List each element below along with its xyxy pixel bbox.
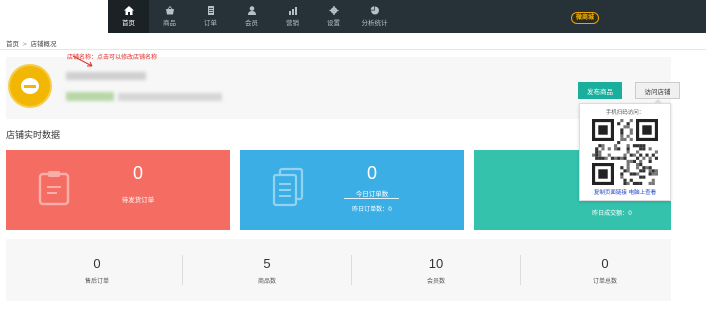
nav-item-marketing[interactable]: 营销	[272, 0, 313, 33]
divider	[0, 49, 706, 50]
qr-links: 复制页面链接 电脑上查看	[580, 188, 670, 196]
nav-menu: 首页 商品 订单 会员 营销 设置 分析统计	[108, 0, 395, 33]
today-orders-rule	[344, 198, 399, 199]
nav-item-label: 分析统计	[361, 19, 388, 27]
order-total-value: 0	[601, 256, 609, 271]
nav-item-label: 首页	[122, 19, 135, 27]
basket-icon	[165, 6, 174, 15]
after-sale-orders-label: 售后订单	[84, 278, 109, 285]
shop-qr-popover: 手机扫码访问： 复制页面链接 电脑上查看	[579, 99, 671, 201]
nav-item-home[interactable]: 首页	[108, 0, 149, 33]
member-count-value: 10	[428, 256, 444, 271]
breadcrumb-current: 店铺概况	[30, 40, 57, 48]
after-sale-orders-stat[interactable]: 0 售后订单	[14, 239, 180, 301]
nav-item-settings[interactable]: 设置	[313, 0, 354, 33]
today-orders-card[interactable]: 0 今日订单数 昨日订单数：0	[240, 150, 464, 230]
yesterday-orders-label: 昨日订单数：0	[352, 206, 392, 213]
shop-status-blurred	[66, 92, 114, 101]
user-icon	[247, 6, 256, 15]
qr-title: 手机扫码访问：	[605, 110, 645, 116]
breadcrumb-separator: >	[22, 40, 28, 48]
documents-icon	[272, 167, 304, 207]
summary-stats-panel: 0 售后订单 5 商品数 10 会员数 0 订单总数	[6, 239, 671, 301]
goods-count-label: 商品数	[257, 278, 276, 285]
copy-link-button[interactable]: 复制页面链接	[594, 190, 627, 196]
shop-info-panel	[6, 57, 671, 119]
visit-shop-button[interactable]: 访问店铺	[635, 82, 680, 99]
open-on-pc-link[interactable]: 电脑上查看	[629, 190, 657, 196]
goods-count-value: 5	[263, 256, 271, 271]
today-orders-count: 0	[366, 163, 377, 183]
after-sale-orders-value: 0	[93, 256, 101, 271]
nav-item-label: 商品	[163, 19, 176, 27]
pending-shipment-card[interactable]: 0 待发货订单	[6, 150, 230, 230]
publish-goods-button[interactable]: 发布商品	[578, 82, 622, 99]
nav-item-members[interactable]: 会员	[231, 0, 272, 33]
pending-shipment-label: 待发货订单	[121, 196, 155, 204]
nav-item-goods[interactable]: 商品	[149, 0, 190, 33]
breadcrumb-home[interactable]: 首页	[6, 40, 19, 48]
hint-arrow-icon	[72, 55, 93, 67]
stat-divider	[520, 255, 521, 285]
goods-count-stat[interactable]: 5 商品数	[184, 239, 350, 301]
stat-divider	[351, 255, 352, 285]
member-count-stat[interactable]: 10 会员数	[353, 239, 519, 301]
yesterday-turnover-label: 昨日成交额：0	[592, 210, 632, 217]
nav-item-analytics[interactable]: 分析统计	[354, 0, 395, 33]
chart-icon	[288, 7, 297, 15]
pie-icon	[370, 6, 379, 15]
shop-name-blurred[interactable]	[66, 72, 146, 80]
breadcrumb: 首页 > 店铺概况	[6, 38, 56, 48]
pending-shipment-count: 0	[132, 163, 143, 183]
qr-code-image	[592, 119, 658, 185]
stat-divider	[182, 255, 183, 285]
nav-item-label: 会员	[245, 19, 258, 27]
micro-mall-badge[interactable]: 微商城	[571, 12, 600, 24]
home-icon	[123, 6, 134, 15]
logo-area	[0, 0, 108, 33]
section-title: 店铺实时数据	[6, 131, 61, 141]
member-count-label: 会员数	[426, 278, 445, 285]
top-navbar: 首页 商品 订单 会员 营销 设置 分析统计 微商城	[0, 0, 706, 33]
nav-item-label: 营销	[286, 19, 299, 27]
document-icon	[207, 6, 214, 15]
order-total-label: 订单总数	[592, 278, 617, 285]
shop-detail-blurred	[118, 93, 222, 101]
shop-avatar[interactable]	[10, 66, 50, 106]
nav-item-label: 设置	[327, 19, 340, 27]
nav-item-orders[interactable]: 订单	[190, 0, 231, 33]
gear-icon	[329, 6, 338, 15]
order-total-stat[interactable]: 0 订单总数	[522, 239, 688, 301]
nav-item-label: 订单	[204, 19, 217, 27]
today-orders-label: 今日订单数	[355, 190, 389, 198]
